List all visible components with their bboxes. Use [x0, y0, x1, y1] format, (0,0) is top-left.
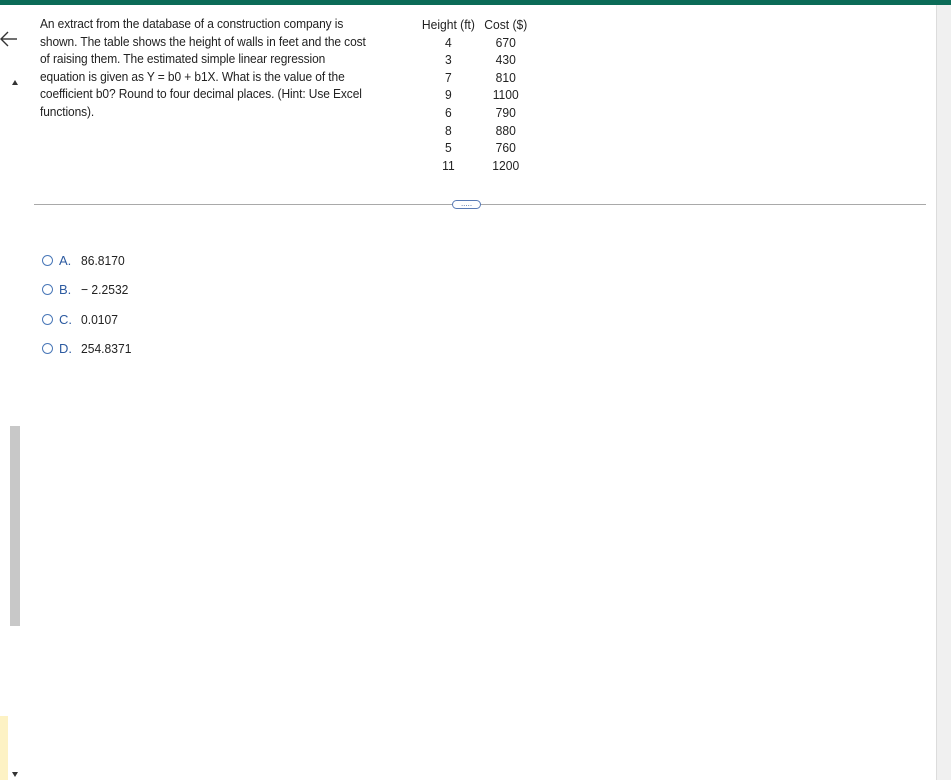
right-scrollbar[interactable]: [936, 5, 951, 780]
cost-cell: 810: [495, 69, 516, 85]
cost-cell: 760: [495, 140, 516, 156]
cost-cell: 670: [495, 34, 516, 50]
height-cell: 9: [445, 87, 452, 103]
table-header-height: Height (ft): [421, 17, 475, 32]
radio-icon[interactable]: [42, 343, 53, 355]
cost-cell: 1200: [492, 157, 520, 173]
back-arrow-icon[interactable]: [0, 28, 20, 50]
height-cell: 5: [445, 140, 452, 156]
height-cell: 3: [445, 52, 452, 68]
option-value: 86.8170: [81, 253, 125, 269]
height-cell: 11: [442, 157, 455, 173]
data-table: Height (ft) Cost ($) 4 670 3 430 7 810 9 1100 6 7…: [420, 16, 535, 174]
option-value: 254.8371: [81, 341, 132, 357]
answer-options: A. 86.8170 B. − 2.2532 C. 0.0107 D. 254.…: [42, 246, 135, 363]
table-row: 5 760: [420, 139, 535, 157]
cost-cell: 880: [495, 122, 516, 138]
table-row: 9 1100: [420, 86, 535, 104]
option-c[interactable]: C. 0.0107: [42, 305, 135, 334]
side-tab: [0, 716, 8, 780]
table-row: 7 810: [420, 69, 535, 87]
cost-cell: 1100: [492, 87, 519, 103]
table-row: 11 1200: [420, 157, 535, 175]
option-b[interactable]: B. − 2.2532: [42, 275, 135, 304]
top-accent-bar: [0, 0, 951, 5]
scroll-down-icon[interactable]: [12, 772, 18, 777]
scroll-up-icon[interactable]: [12, 80, 18, 85]
question-text: An extract from the database of a constr…: [40, 16, 366, 119]
option-letter: C.: [59, 311, 72, 327]
expand-more-button[interactable]: .....: [452, 200, 481, 209]
table-row: 3 430: [420, 51, 535, 69]
height-cell: 4: [445, 34, 452, 50]
height-cell: 8: [445, 122, 452, 138]
option-value: 0.0107: [81, 311, 118, 327]
table-row: 4 670: [420, 34, 535, 52]
height-cell: 7: [445, 69, 452, 85]
table-row: 6 790: [420, 104, 535, 122]
option-letter: A.: [59, 253, 72, 269]
option-value: − 2.2532: [81, 282, 129, 298]
scrollbar-thumb[interactable]: [10, 426, 20, 626]
table-header-cost: Cost ($): [484, 17, 528, 32]
radio-icon[interactable]: [42, 255, 53, 267]
height-cell: 6: [445, 104, 452, 120]
option-letter: B.: [59, 282, 72, 298]
left-scrollbar[interactable]: [8, 70, 22, 780]
option-d[interactable]: D. 254.8371: [42, 334, 135, 363]
radio-icon[interactable]: [42, 284, 53, 296]
cost-cell: 430: [495, 52, 516, 68]
option-a[interactable]: A. 86.8170: [42, 246, 135, 275]
table-row: 8 880: [420, 122, 535, 140]
cost-cell: 790: [495, 104, 516, 120]
radio-icon[interactable]: [42, 313, 53, 325]
option-letter: D.: [59, 341, 72, 357]
